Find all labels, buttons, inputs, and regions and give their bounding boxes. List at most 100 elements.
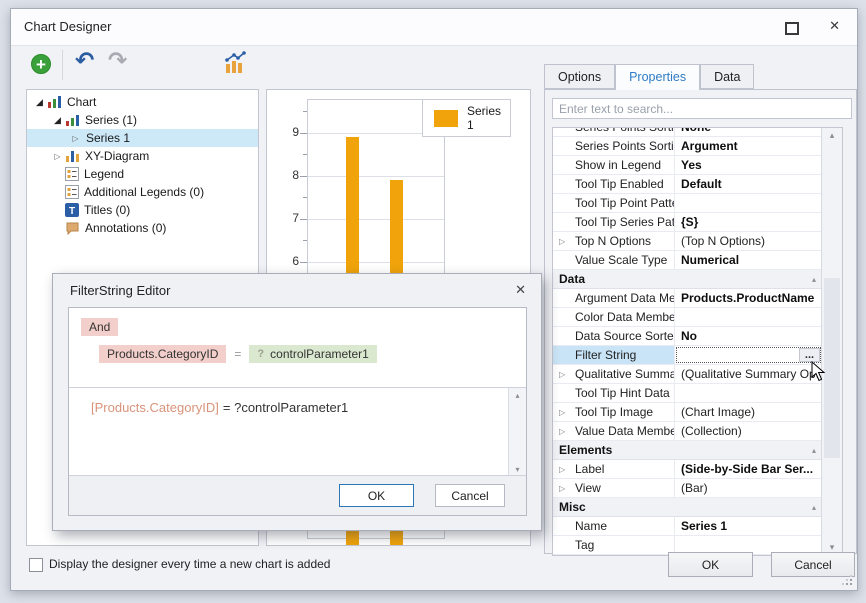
checkbox-label[interactable]: Display the designer every time a new ch…: [49, 557, 330, 571]
property-value: (Side-by-Side Bar Ser...: [675, 460, 822, 478]
collapse-icon[interactable]: ◢: [51, 115, 64, 126]
y-tick-label: 9: [273, 125, 299, 139]
resize-grip[interactable]: [850, 583, 852, 585]
scroll-down-icon[interactable]: ▾: [509, 465, 526, 474]
category-row-misc[interactable]: Misc▴: [553, 498, 822, 517]
legend-swatch: [434, 110, 458, 127]
table-row[interactable]: ▷Top N Options(Top N Options): [553, 232, 822, 251]
property-name: Color Data Member: [575, 310, 675, 324]
maximize-icon[interactable]: [785, 22, 799, 35]
table-row-filter-string[interactable]: Filter String...: [553, 346, 822, 365]
property-value: Series 1: [675, 517, 822, 535]
tree-item-annotations[interactable]: Annotations (0): [27, 219, 258, 237]
scrollbar[interactable]: ▴ ▾: [821, 128, 842, 555]
table-row[interactable]: ▷Label(Side-by-Side Bar Ser...: [553, 460, 822, 479]
designer-ok-button[interactable]: OK: [668, 552, 753, 577]
filter-builder: And Products.CategoryID = ?controlParame…: [69, 308, 526, 387]
ellipsis-button[interactable]: ...: [799, 348, 820, 362]
category-row-elements[interactable]: Elements▴: [553, 441, 822, 460]
scroll-up-icon[interactable]: ▴: [822, 130, 842, 141]
tree-item-series-1[interactable]: ▷ Series 1: [27, 129, 258, 147]
tree-item-label: XY-Diagram: [85, 149, 149, 163]
table-row[interactable]: ▷View(Bar): [553, 479, 822, 498]
add-icon[interactable]: +: [31, 54, 51, 74]
expand-icon[interactable]: ▷: [559, 465, 565, 474]
table-row[interactable]: Series Points Sorting...Argument: [553, 137, 822, 156]
table-row[interactable]: Show in LegendYes: [553, 156, 822, 175]
scrollbar-thumb[interactable]: [824, 278, 840, 458]
expand-icon[interactable]: ▷: [69, 134, 82, 143]
table-row[interactable]: Argument Data Mem...Products.ProductName: [553, 289, 822, 308]
tab-data[interactable]: Data: [700, 64, 754, 89]
property-value: (Qualitative Summary Opt...: [675, 365, 822, 383]
property-name: Tool Tip Image: [575, 405, 653, 419]
collapse-icon[interactable]: ▴: [812, 503, 816, 512]
editor-ok-button[interactable]: OK: [339, 484, 414, 507]
property-name: Value Data Members: [575, 424, 675, 438]
expand-icon[interactable]: ▷: [559, 237, 565, 246]
table-row[interactable]: ▷Qualitative Summar...(Qualitative Summa…: [553, 365, 822, 384]
table-row[interactable]: Value Scale TypeNumerical: [553, 251, 822, 270]
table-row[interactable]: Tool Tip Hint Data M...: [553, 384, 822, 403]
dialog-button-bar: OK Cancel: [69, 475, 526, 515]
property-value: Products.ProductName: [675, 289, 822, 307]
editor-cancel-button[interactable]: Cancel: [435, 484, 505, 507]
property-value: No: [675, 327, 822, 345]
annotation-icon: [65, 221, 80, 235]
expand-icon[interactable]: ▷: [559, 408, 565, 417]
property-value: (Collection): [675, 422, 822, 440]
expand-icon[interactable]: ▷: [51, 152, 64, 161]
parameter-icon: ?: [257, 348, 264, 360]
table-row[interactable]: Data Source SortedNo: [553, 327, 822, 346]
close-icon[interactable]: ✕: [829, 18, 840, 34]
collapse-icon[interactable]: ▴: [812, 275, 816, 284]
tree-item-xy-diagram[interactable]: ▷ XY-Diagram: [27, 147, 258, 165]
scroll-up-icon[interactable]: ▴: [509, 391, 526, 400]
property-value: [675, 194, 822, 212]
filter-field-badge[interactable]: Products.CategoryID: [99, 345, 226, 363]
tree-item-label: Annotations (0): [85, 221, 166, 235]
table-row[interactable]: NameSeries 1: [553, 517, 822, 536]
property-value: Numerical: [675, 251, 822, 269]
chart-legend: Series 1: [422, 99, 511, 137]
tab-properties[interactable]: Properties: [615, 64, 700, 90]
table-row[interactable]: Series Points SortingNone: [553, 128, 822, 137]
display-designer-checkbox[interactable]: [29, 558, 43, 572]
table-row[interactable]: Tool Tip EnabledDefault: [553, 175, 822, 194]
gridline: [308, 262, 444, 263]
designer-cancel-button[interactable]: Cancel: [771, 552, 855, 577]
table-row[interactable]: ▷ Tool Tip Image (Chart Image): [553, 403, 822, 422]
group-operator-badge[interactable]: And: [81, 318, 118, 336]
undo-icon[interactable]: ↶: [75, 47, 94, 74]
expand-icon[interactable]: ▷: [559, 370, 565, 379]
filterstring-editor-dialog: FilterString Editor ✕ And Products.Categ…: [52, 273, 542, 531]
filter-expression-area[interactable]: [Products.CategoryID]= ?controlParameter…: [69, 387, 526, 477]
property-tabs: Options Properties Data: [544, 64, 754, 90]
filter-string-value-cell[interactable]: ...: [675, 346, 822, 364]
table-row[interactable]: Tool Tip Point Pattern: [553, 194, 822, 213]
property-name: Tool Tip Hint Data M...: [575, 386, 675, 400]
svg-text:T: T: [69, 206, 75, 217]
close-icon[interactable]: ✕: [515, 282, 526, 298]
chart-type-icon[interactable]: [223, 51, 247, 80]
tree-item-additional-legends[interactable]: Additional Legends (0): [27, 183, 258, 201]
property-value: (Chart Image): [675, 403, 822, 421]
expand-icon[interactable]: ▷: [559, 484, 565, 493]
tree-item-chart[interactable]: ◢ Chart: [27, 93, 258, 111]
collapse-icon[interactable]: ▴: [812, 446, 816, 455]
collapse-icon[interactable]: ◢: [33, 97, 46, 108]
category-row-data[interactable]: Data▴: [553, 270, 822, 289]
filter-operator[interactable]: =: [234, 347, 241, 361]
tree-item-series-group[interactable]: ◢ Series (1): [27, 111, 258, 129]
table-row[interactable]: ▷ Value Data Members(Collection): [553, 422, 822, 441]
scrollbar[interactable]: ▴ ▾: [508, 388, 526, 477]
tree-item-legend[interactable]: Legend: [27, 165, 258, 183]
table-row[interactable]: Color Data Member: [553, 308, 822, 327]
filter-value-badge[interactable]: ?controlParameter1: [249, 345, 376, 363]
table-row[interactable]: Tool Tip Series Patte...{S}: [553, 213, 822, 232]
tab-options[interactable]: Options: [544, 64, 615, 89]
expand-icon[interactable]: ▷: [559, 427, 565, 436]
tree-item-titles[interactable]: T Titles (0): [27, 201, 258, 219]
search-input[interactable]: [552, 98, 852, 119]
y-tick-mark: [300, 262, 307, 263]
